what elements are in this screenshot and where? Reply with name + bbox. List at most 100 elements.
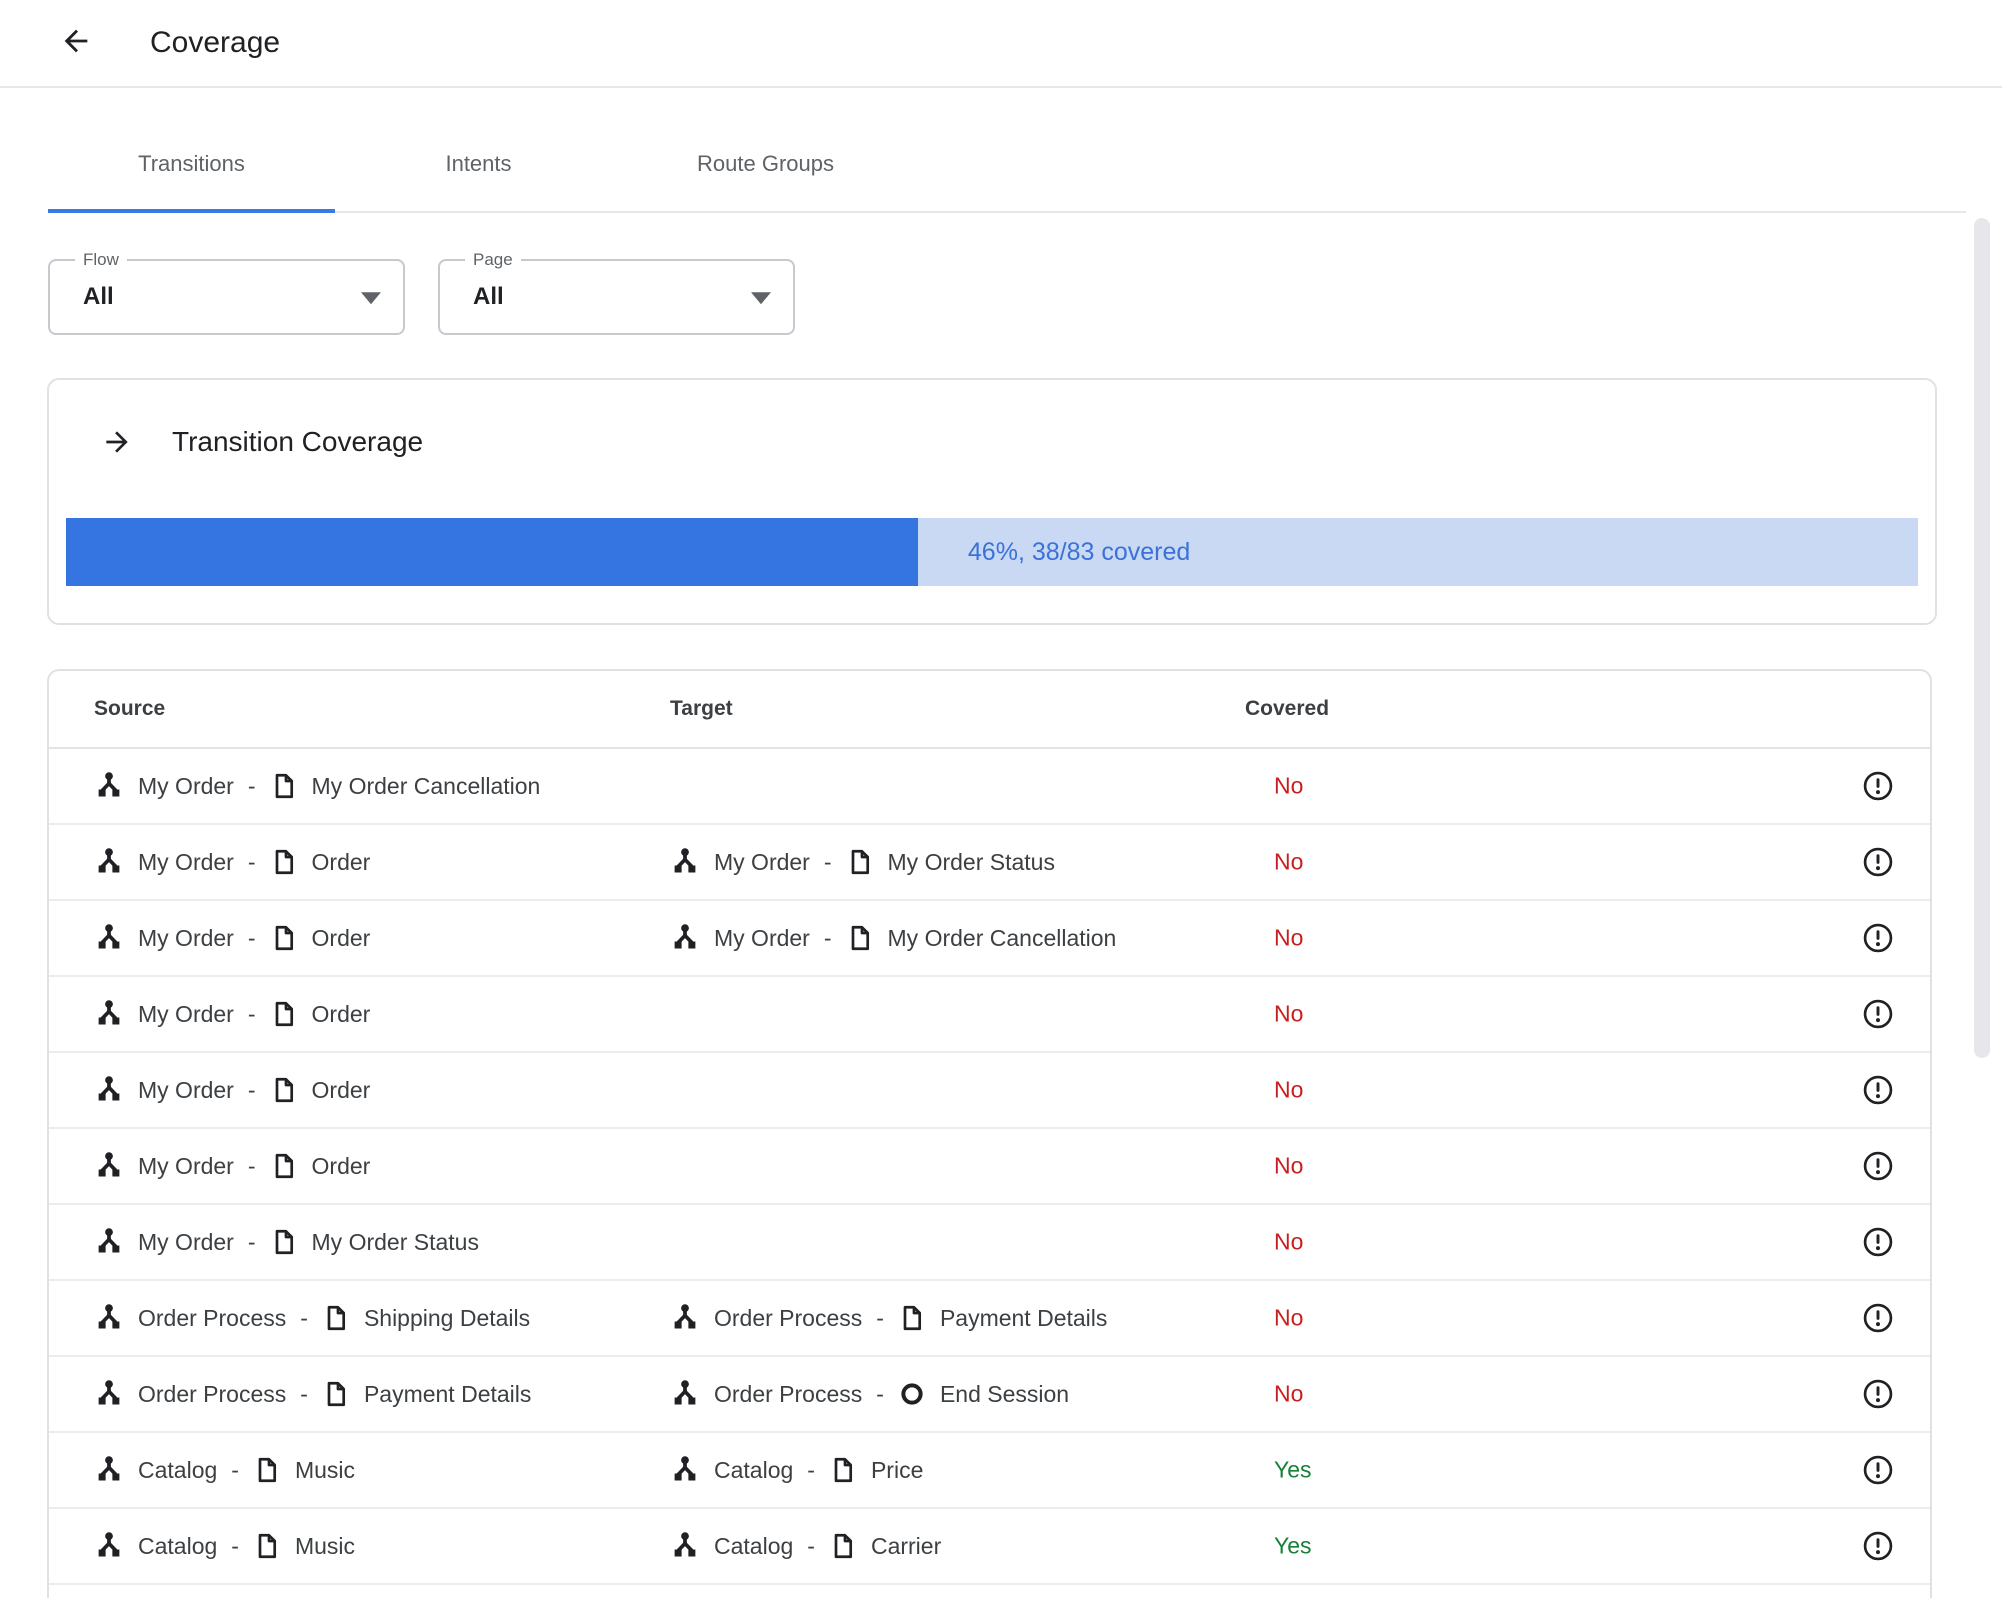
table-row: Catalog-ConfirmationOrder ProcessNo: [49, 1585, 1930, 1598]
info-icon[interactable]: [1862, 1150, 1894, 1182]
flow-icon: [94, 923, 124, 953]
info-icon[interactable]: [1862, 998, 1894, 1030]
page-icon: [270, 1152, 298, 1180]
separator-dash: -: [247, 1000, 256, 1027]
flow-icon: [670, 1303, 700, 1333]
page-name: End Session: [939, 1380, 1070, 1407]
flow-name: My Order: [138, 1152, 234, 1179]
page-name: Order: [311, 1000, 371, 1027]
flow-icon: [670, 1531, 700, 1561]
flow-select-value: All: [83, 283, 114, 310]
flow-name: My Order: [138, 1228, 234, 1255]
page-icon: [270, 772, 298, 800]
dropdown-arrow-icon: [751, 292, 771, 305]
progress-label: 46%, 38/83 covered: [967, 537, 1191, 566]
page-title: Coverage: [150, 26, 281, 59]
page-icon: [322, 1380, 350, 1408]
flow-icon: [94, 1379, 124, 1409]
covered-status: No: [1274, 924, 1304, 951]
page-name: Payment Details: [939, 1304, 1108, 1331]
flow-name: Catalog: [714, 1456, 794, 1483]
source-endpoint: My Order - Order: [94, 847, 370, 877]
tab-label: Intents: [445, 151, 512, 176]
coverage-progress-bar: 46%, 38/83 covered: [66, 518, 1918, 586]
target-endpoint: Catalog - Carrier: [670, 1531, 941, 1561]
page-name: My Order Status: [887, 848, 1055, 875]
info-icon[interactable]: [1862, 1302, 1894, 1334]
table-body: My Order - My Order Cancellation No My Order…: [49, 749, 1930, 1598]
table-row: Order Process - Shipping Details Order Proc…: [49, 1281, 1930, 1357]
page-name: Order: [311, 848, 371, 875]
page-name: Order: [311, 1152, 371, 1179]
target-endpoint: Order Process - Payment Details: [670, 1303, 1107, 1333]
flow-name: Catalog: [138, 1532, 218, 1559]
info-icon[interactable]: [1862, 1454, 1894, 1486]
table-row: Catalog - Music Catalog - Price Yes: [49, 1433, 1930, 1509]
separator-dash: -: [876, 1380, 884, 1407]
info-icon[interactable]: [1862, 1074, 1894, 1106]
scrollbar-thumb[interactable]: [1974, 218, 1990, 1058]
page-select-value: All: [473, 283, 504, 310]
separator-dash: -: [231, 1456, 239, 1483]
flow-select[interactable]: Flow All: [48, 250, 405, 335]
info-icon[interactable]: [1862, 1226, 1894, 1258]
flow-name: Catalog: [138, 1456, 218, 1483]
page-name: Order: [311, 1076, 371, 1103]
source-endpoint: Catalog - Music: [94, 1455, 355, 1485]
source-endpoint: Order Process - Payment Details: [94, 1379, 531, 1409]
info-icon[interactable]: [1862, 846, 1894, 878]
coverage-table: Source Target Covered My Order - My Order …: [47, 669, 1932, 1598]
tab-bar: Transitions Intents Route Groups: [48, 117, 1966, 213]
flow-icon: [94, 1151, 124, 1181]
source-endpoint: My Order - Order: [94, 999, 370, 1029]
info-icon[interactable]: [1862, 922, 1894, 954]
info-icon[interactable]: [1862, 1378, 1894, 1410]
table-row: Order Process - Payment Details Order Proce…: [49, 1357, 1930, 1433]
flow-icon: [94, 1455, 124, 1485]
tab-route-groups[interactable]: Route Groups: [622, 117, 909, 211]
page-name: Carrier: [870, 1532, 942, 1559]
covered-status: Yes: [1274, 1532, 1312, 1559]
tab-intents[interactable]: Intents: [335, 117, 622, 211]
target-endpoint: Catalog - Price: [670, 1455, 923, 1485]
flow-icon: [94, 999, 124, 1029]
page-select[interactable]: Page All: [438, 250, 795, 335]
target-endpoint: My Order - My Order Status: [670, 847, 1055, 877]
table-header: Source Target Covered: [49, 671, 1930, 749]
flow-name: Order Process: [138, 1304, 287, 1331]
arrow-back-icon: [59, 24, 93, 63]
coverage-card-header: Transition Coverage: [101, 420, 423, 464]
flow-name: Order Process: [714, 1304, 863, 1331]
flow-name: My Order: [138, 1000, 234, 1027]
flow-select-label: Flow: [75, 250, 127, 270]
separator-dash: -: [300, 1380, 308, 1407]
covered-status: No: [1274, 772, 1304, 799]
page-icon: [846, 848, 874, 876]
flow-icon: [94, 847, 124, 877]
covered-status: No: [1274, 1152, 1304, 1179]
info-icon[interactable]: [1862, 770, 1894, 802]
covered-status: No: [1274, 1000, 1304, 1027]
separator-dash: -: [807, 1532, 815, 1559]
flow-name: Order Process: [714, 1380, 863, 1407]
table-row: My Order - My Order Status No: [49, 1205, 1930, 1281]
tab-label: Transitions: [138, 151, 245, 176]
page-icon: [270, 924, 298, 952]
flow-icon: [670, 847, 700, 877]
page-icon: [829, 1532, 857, 1560]
tab-transitions[interactable]: Transitions: [48, 117, 335, 213]
separator-dash: -: [247, 772, 256, 799]
page-name: Shipping Details: [363, 1304, 531, 1331]
source-endpoint: My Order - Order: [94, 1075, 370, 1105]
end-session-icon: [898, 1380, 926, 1408]
page-icon: [898, 1304, 926, 1332]
back-button[interactable]: [57, 24, 95, 62]
page-icon: [270, 1228, 298, 1256]
info-icon[interactable]: [1862, 1530, 1894, 1562]
separator-dash: -: [247, 924, 256, 951]
source-endpoint: My Order - Order: [94, 1151, 370, 1181]
page-name: Payment Details: [363, 1380, 532, 1407]
page-icon: [270, 1076, 298, 1104]
source-endpoint: Order Process - Shipping Details: [94, 1303, 530, 1333]
page-icon: [270, 1000, 298, 1028]
